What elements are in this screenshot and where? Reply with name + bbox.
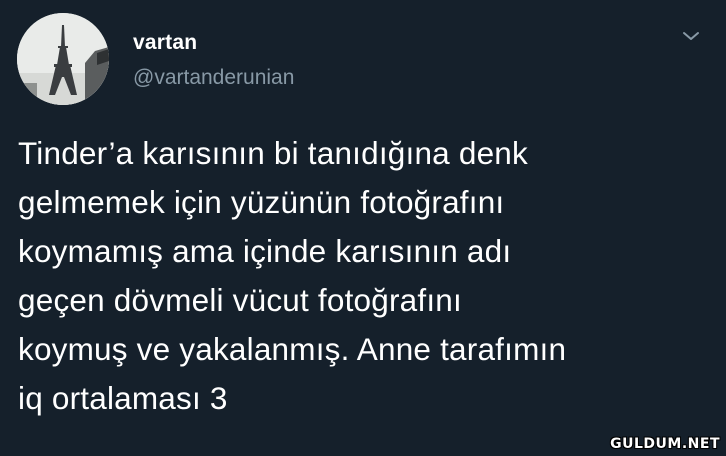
eiffel-tower-avatar-image	[17, 13, 109, 105]
display-name[interactable]: vartan	[133, 31, 197, 55]
tweet-text: Tinder’a karısının bi tanıdığına denk ge…	[18, 135, 567, 416]
tweet-card: vartan @vartanderunian Tinder’a karısını…	[0, 0, 726, 456]
avatar[interactable]	[17, 13, 109, 105]
chevron-down-icon[interactable]	[680, 28, 702, 44]
site-watermark: GULDUM.NET	[610, 436, 720, 452]
username-handle[interactable]: @vartanderunian	[133, 66, 294, 90]
